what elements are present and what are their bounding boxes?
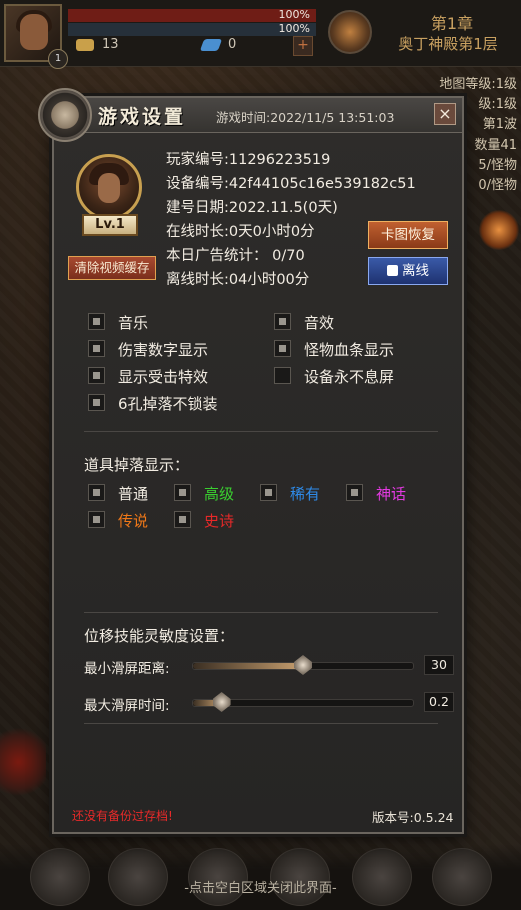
slider-thumb[interactable] (294, 655, 312, 675)
checkbox[interactable] (346, 484, 363, 501)
checkbox[interactable] (274, 340, 291, 357)
offline-icon (387, 265, 398, 276)
side-info-monsters-a: 5/怪物 (478, 158, 517, 173)
clear-video-cache-button[interactable]: 清除视频缓存 (68, 256, 156, 280)
add-currency-button[interactable]: + (293, 36, 313, 56)
version-label: 版本号:0.5.24 (372, 810, 454, 825)
checkbox[interactable] (274, 367, 291, 384)
card-restore-button[interactable]: 卡图恢复 (368, 221, 448, 249)
side-info-map-level: 地图等级:1级 (439, 77, 517, 92)
mp-percent: 100% (278, 22, 310, 35)
checkbox[interactable] (88, 394, 105, 411)
checkbox[interactable] (88, 340, 105, 357)
max-swipe-time-value: 0.2 (424, 692, 454, 712)
offline-time: 离线时长:04小时00分 (166, 272, 310, 288)
min-swipe-distance-value: 30 (424, 655, 454, 675)
created-date: 建号日期:2022.11.5(0天) (166, 200, 338, 216)
divider (84, 723, 438, 724)
checkbox[interactable] (88, 511, 105, 528)
min-swipe-distance-label: 最小滑屏距离: (84, 661, 170, 677)
drop-display-title: 道具掉落显示： (84, 456, 190, 474)
side-info-count: 数量41 (474, 138, 517, 153)
player-avatar[interactable] (76, 154, 142, 220)
divider (84, 431, 438, 432)
dialog-header: 游戏设置 游戏时间:2022/11/5 13:51:03 × (38, 88, 462, 142)
dialog-title: 游戏设置 (98, 106, 187, 128)
backup-warning: 还没有备份过存档! (72, 809, 173, 823)
hero-level-badge: 1 (48, 49, 68, 69)
checkbox[interactable] (88, 367, 105, 384)
gold-icon (76, 38, 94, 51)
gem-icon (199, 38, 223, 51)
max-swipe-time-slider[interactable] (192, 692, 414, 712)
checkbox[interactable] (260, 484, 277, 501)
divider (84, 612, 438, 613)
slider-thumb[interactable] (212, 692, 231, 712)
checkbox[interactable] (174, 511, 191, 528)
game-time: 游戏时间:2022/11/5 13:51:03 (216, 110, 395, 125)
side-orb-icon[interactable] (0, 722, 46, 802)
checkbox[interactable] (274, 313, 291, 330)
sensitivity-title: 位移技能灵敏度设置： (84, 627, 235, 645)
hp-percent: 100% (278, 8, 310, 21)
checkbox[interactable] (88, 484, 105, 501)
side-info-level: 级:1级 (478, 97, 517, 112)
side-info-monsters-b: 0/怪物 (478, 178, 517, 193)
offline-button[interactable]: 离线 (368, 257, 448, 285)
close-button[interactable]: × (434, 103, 456, 125)
side-event-icon[interactable] (479, 210, 519, 250)
settings-dialog: 游戏设置 游戏时间:2022/11/5 13:51:03 × Lv.1 清除视频… (38, 88, 464, 834)
player-id: 玩家编号:11296223519 (166, 152, 331, 168)
stage-title: 奥丁神殿第1层 (398, 35, 498, 53)
top-hud: 1 100% 100% 13 0 + 第1章 奥丁神殿第1层 (0, 0, 521, 69)
player-level-badge: Lv.1 (82, 214, 138, 236)
side-info-wave: 第1波 (482, 117, 517, 132)
slider-fill (193, 663, 303, 669)
min-swipe-distance-slider[interactable] (192, 655, 414, 675)
chapter-title: 第1章 (430, 14, 474, 33)
device-id: 设备编号:42f44105c16e539182c51 (166, 176, 416, 192)
max-swipe-time-label: 最大滑屏时间: (84, 698, 170, 714)
close-hint[interactable]: -点击空白区域关闭此界面- (0, 877, 521, 896)
gem-counter: 0 (199, 37, 236, 52)
ad-stats: 本日广告统计： 0/70 (166, 248, 305, 264)
gold-counter: 13 (76, 37, 119, 52)
boss-icon[interactable] (328, 10, 372, 54)
checkbox[interactable] (174, 484, 191, 501)
close-icon: × (438, 104, 452, 123)
checkbox[interactable] (88, 313, 105, 330)
mp-bar: 100% (68, 22, 316, 36)
hp-bar: 100% (68, 8, 316, 22)
gear-icon (38, 88, 92, 142)
online-time: 在线时长:0天0小时0分 (166, 224, 315, 240)
